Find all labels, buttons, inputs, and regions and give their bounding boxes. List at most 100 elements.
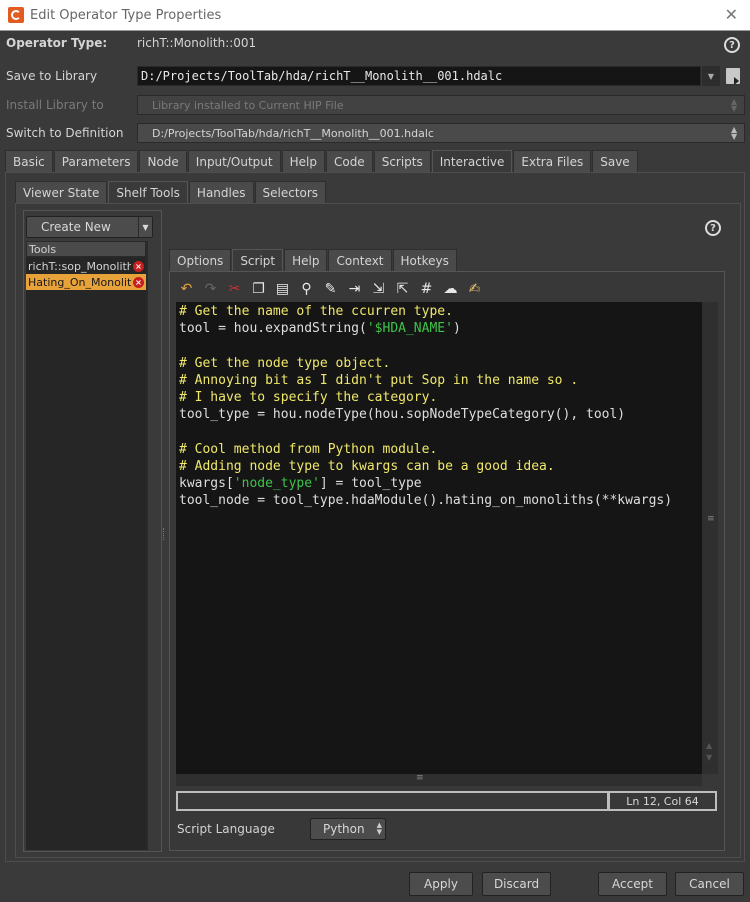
copy-icon[interactable]: ❐ [249,280,268,299]
switch-definition-select[interactable]: D:/Projects/ToolTab/hda/richT__Monolith_… [137,123,745,143]
code-string: 'node_type' [233,475,320,491]
tab-interactive[interactable]: Interactive [431,150,513,172]
file-chooser-icon[interactable] [726,68,740,85]
code-line: tool = hou.expandString('$HDA_NAME') [179,320,699,337]
code-text: kwargs[ [179,475,234,491]
accept-button[interactable]: Accept [598,872,667,896]
code-text: tool_node = tool_type.hdaModule().hating… [179,493,673,509]
script-language-value: Python [323,822,365,836]
code-comment: # Adding node type to kwargs can be a go… [179,458,555,474]
code-comment: # Annoying bit as I didn't put Sop in th… [179,372,579,388]
operator-type-label: Operator Type: [6,36,108,50]
install-library-label: Install Library to [6,98,104,112]
apply-button[interactable]: Apply [409,872,473,896]
goto-line-icon[interactable]: ⇥ [345,280,364,299]
tooltab-hotkeys[interactable]: Hotkeys [392,249,457,271]
edit-icon[interactable]: ✍ [465,280,484,299]
indent-icon[interactable]: ⇲ [369,280,388,299]
help-icon[interactable]: ? [724,37,740,53]
help-icon[interactable]: ? [705,220,721,236]
tools-list-header: Tools [26,241,146,257]
code-line: tool_type = hou.nodeType(hou.sopNodeType… [179,406,699,423]
code-line: tool_node = tool_type.hdaModule().hating… [179,492,699,509]
remove-tool-icon[interactable]: × [133,260,144,272]
install-library-row: Install Library to Library installed to … [0,92,750,118]
tab-save[interactable]: Save [592,150,638,172]
subtab-viewer-state[interactable]: Viewer State [15,181,108,203]
houdini-app-icon [8,7,24,23]
replace-icon[interactable]: ✎ [321,280,340,299]
script-editor[interactable]: # Get the name of the ccurren type. tool … [176,302,702,774]
cut-icon[interactable]: ✂ [225,280,244,299]
editor-scrollbar[interactable]: ≡ ▲ ▼ [702,302,718,774]
operator-type-value: richT::Monolith::001 [137,36,257,50]
tools-list-item[interactable]: Hating_On_Monolit × [26,274,146,290]
switch-definition-label: Switch to Definition [6,126,124,140]
tab-code[interactable]: Code [325,150,373,172]
tools-list-item-label: richT::sop_Monolith [28,259,131,273]
tab-basic[interactable]: Basic [5,150,53,172]
tab-help[interactable]: Help [281,150,325,172]
cursor-position: Ln 12, Col 64 [608,791,717,811]
tools-list [26,257,146,850]
code-line: # Get the node type object. [179,355,699,372]
paste-icon[interactable]: ▤ [273,280,292,299]
tools-list-item[interactable]: richT::sop_Monolith × [26,258,146,274]
sub-tabs: Viewer State Shelf Tools Handles Selectors [15,181,327,203]
scroll-grip-icon: ≡ [707,514,715,524]
code-comment: # Cool method from Python module. [179,441,438,457]
subtab-selectors[interactable]: Selectors [254,181,327,203]
redo-icon: ↷ [204,281,217,297]
horizontal-scrollbar[interactable]: ≡ [176,773,702,786]
tooltab-context[interactable]: Context [328,249,392,271]
comment-icon[interactable]: # [417,280,436,299]
code-text: ) [452,321,461,337]
script-toolbar: ↶ ↷ ✂ ❐ ▤ ⚲ ✎ ⇥ ⇲ ⇱ # ☁ ✍ [177,278,489,300]
tools-list-item-label: Hating_On_Monolit [28,275,131,289]
script-language-select[interactable]: Python ▲ ▼ [310,818,386,840]
create-new-button[interactable]: Create New ▼ [26,216,153,238]
tab-node[interactable]: Node [139,150,187,172]
spinner-arrows-icon: ▲ ▼ [376,821,382,836]
remove-tool-icon[interactable]: × [133,276,144,288]
save-to-library-row: Save to Library D:/Projects/ToolTab/hda/… [0,63,750,89]
unindent-icon[interactable]: ⇱ [393,280,412,299]
splitter-handle[interactable] [163,528,165,540]
cancel-button[interactable]: Cancel [675,872,744,896]
close-icon[interactable]: ✕ [725,5,738,24]
script-language-label: Script Language [177,822,275,836]
dropdown-arrow-icon: ▼ [138,217,152,237]
install-library-select: Library installed to Current HIP File [137,95,745,115]
tooltab-help[interactable]: Help [284,249,328,271]
tooltab-options[interactable]: Options [169,249,232,271]
tool-tabs: Options Script Help Context Hotkeys [169,249,458,271]
subtab-shelf-tools[interactable]: Shelf Tools [108,181,188,203]
code-text: tool = hou.expandString( [179,321,367,337]
save-to-library-input[interactable]: D:/Projects/ToolTab/hda/richT__Monolith_… [137,66,701,86]
scroll-arrows-icon[interactable]: ▲ ▼ [706,740,712,764]
tools-list-border [146,241,148,850]
code-line: # I have to specify the category. [179,389,699,406]
save-to-library-label: Save to Library [6,69,98,83]
code-line: # Adding node type to kwargs can be a go… [179,458,699,475]
find-icon[interactable]: ⚲ [297,280,316,299]
create-new-label: Create New [41,220,111,234]
code-text: ] = tool_type [319,475,422,491]
tab-parameters[interactable]: Parameters [53,150,139,172]
undo-icon[interactable]: ↶ [177,280,196,299]
tab-scripts[interactable]: Scripts [373,150,431,172]
operator-type-row: Operator Type: richT::Monolith::001 ? [0,31,750,55]
discard-button[interactable]: Discard [482,872,551,896]
spinner-arrows-icon: ▲ ▼ [731,97,738,113]
scroll-grip-icon: ≡ [416,773,424,783]
tab-extra-files[interactable]: Extra Files [513,150,592,172]
tab-input-output[interactable]: Input/Output [187,150,281,172]
subtab-handles[interactable]: Handles [188,181,254,203]
save-to-library-dropdown-icon[interactable]: ▼ [702,66,720,86]
main-tabs: Basic Parameters Node Input/Output Help Code S… [5,150,639,172]
uncomment-icon[interactable]: ☁ [441,280,460,299]
tooltab-script[interactable]: Script [232,249,284,271]
code-comment: # Get the name of the ccurren type. [179,304,453,319]
